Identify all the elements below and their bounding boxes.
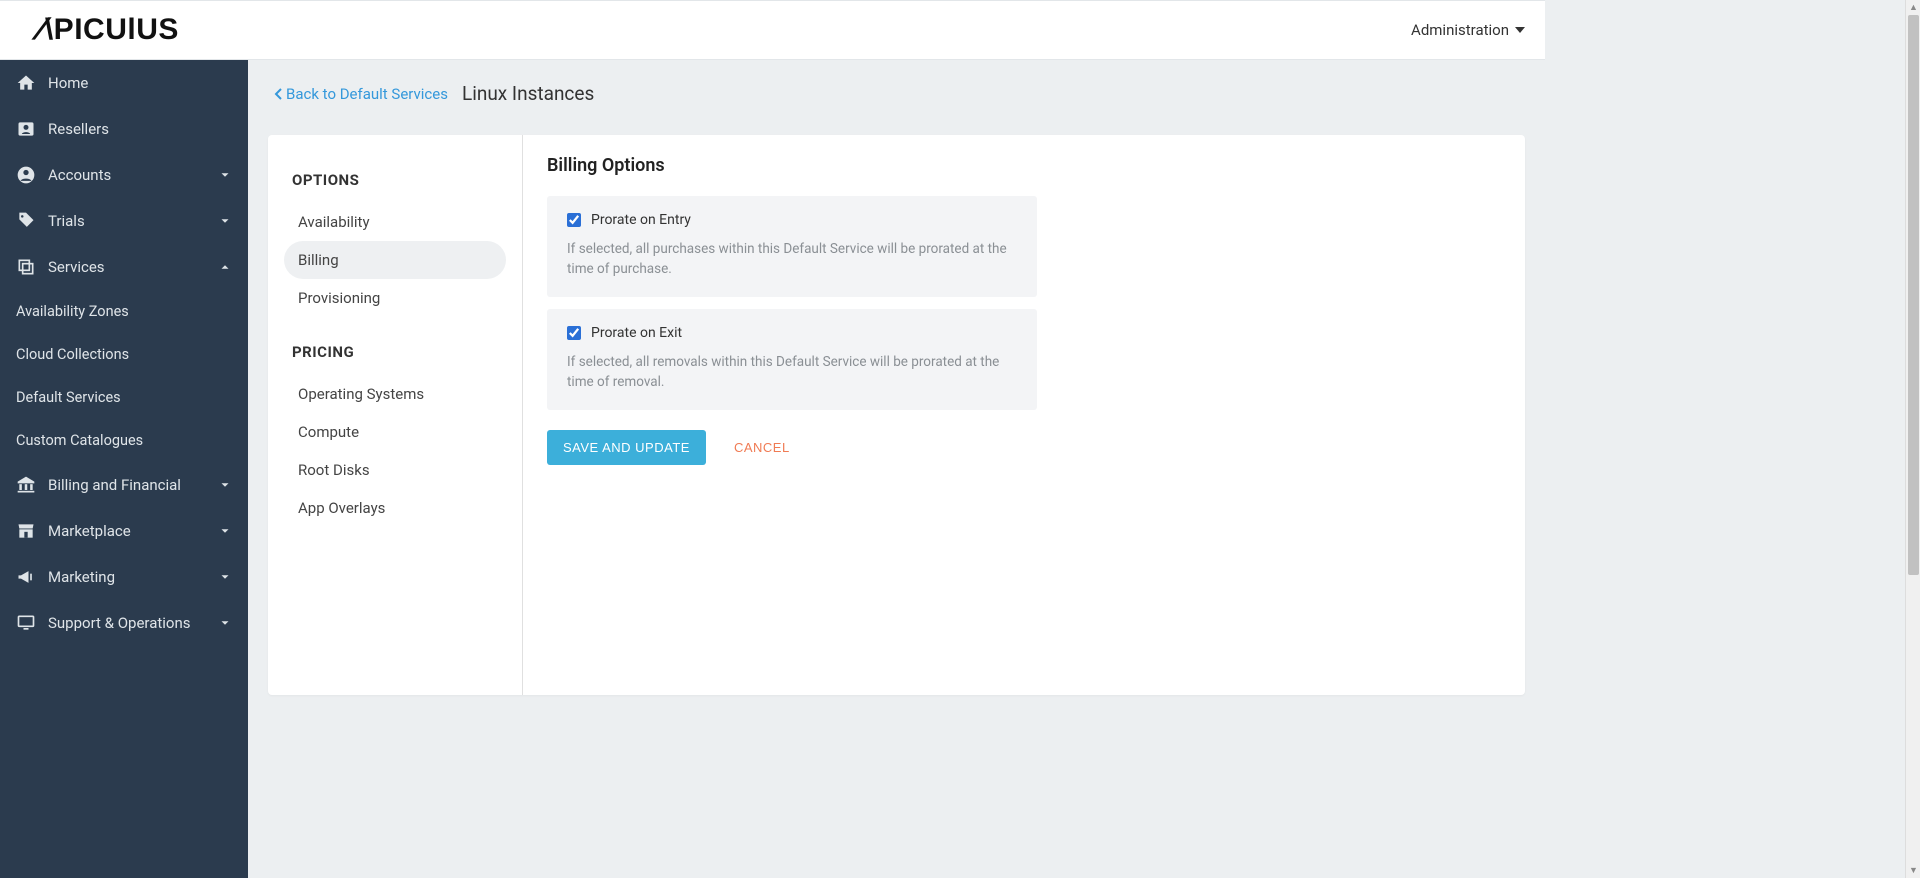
breadcrumb: Back to Default Services Linux Instances <box>248 60 1545 135</box>
option-compute[interactable]: Compute <box>284 413 506 451</box>
prorate-exit-checkbox[interactable] <box>567 326 581 340</box>
prorate-entry-box: Prorate on Entry If selected, all purcha… <box>547 196 1037 297</box>
action-row: SAVE AND UPDATE CANCEL <box>547 430 1501 465</box>
sidebar-item-billing-financial[interactable]: Billing and Financial <box>0 462 248 508</box>
sidebar-item-label: Availability Zones <box>16 303 232 320</box>
caret-down-icon <box>1515 27 1525 33</box>
administration-dropdown[interactable]: Administration <box>1411 21 1525 39</box>
prorate-entry-desc: If selected, all purchases within this D… <box>567 240 1017 279</box>
sidebar-item-label: Default Services <box>16 389 232 406</box>
prorate-exit-desc: If selected, all removals within this De… <box>567 353 1017 392</box>
top-bar: /\PICUlUS Administration <box>0 0 1545 60</box>
scroll-down-icon[interactable]: ▼ <box>1906 863 1920 878</box>
chevron-down-icon <box>218 570 232 584</box>
layers-icon <box>16 257 36 277</box>
sidebar-item-home[interactable]: Home <box>0 60 248 106</box>
sidebar-item-trials[interactable]: Trials <box>0 198 248 244</box>
chevron-down-icon <box>218 524 232 538</box>
chevron-down-icon <box>218 214 232 228</box>
prorate-exit-box: Prorate on Exit If selected, all removal… <box>547 309 1037 410</box>
tag-icon <box>16 211 36 231</box>
sidebar-item-services[interactable]: Services <box>0 244 248 290</box>
sidebar-item-support-operations[interactable]: Support & Operations <box>0 600 248 646</box>
monitor-icon <box>16 613 36 633</box>
page-scrollbar[interactable]: ▲ ▼ <box>1905 0 1920 878</box>
sidebar-item-accounts[interactable]: Accounts <box>0 152 248 198</box>
home-icon <box>16 73 36 93</box>
sidebar-item-label: Custom Catalogues <box>16 432 232 449</box>
prorate-entry-checkbox[interactable] <box>567 213 581 227</box>
sidebar-item-resellers[interactable]: Resellers <box>0 106 248 152</box>
sidebar-item-label: Marketplace <box>48 522 206 540</box>
sidebar-item-label: Home <box>48 74 232 92</box>
badge-icon <box>16 119 36 139</box>
chevron-down-icon <box>218 168 232 182</box>
sidebar-item-default-services[interactable]: Default Services <box>0 376 248 419</box>
sidebar-item-marketing[interactable]: Marketing <box>0 554 248 600</box>
options-panel: OPTIONS Availability Billing Provisionin… <box>268 135 523 695</box>
sidebar-item-label: Resellers <box>48 120 232 138</box>
chevron-down-icon <box>218 616 232 630</box>
sidebar-item-label: Support & Operations <box>48 614 206 632</box>
panel-title: Billing Options <box>547 155 1501 176</box>
option-app-overlays[interactable]: App Overlays <box>284 489 506 527</box>
sidebar-item-label: Cloud Collections <box>16 346 232 363</box>
option-provisioning[interactable]: Provisioning <box>284 279 506 317</box>
store-icon <box>16 521 36 541</box>
main-content: Back to Default Services Linux Instances… <box>248 60 1545 878</box>
scrollbar-thumb[interactable] <box>1908 15 1919 575</box>
sidebar-item-label: Accounts <box>48 166 206 184</box>
sidebar-item-cloud-collections[interactable]: Cloud Collections <box>0 333 248 376</box>
brand-logo: /\PICUlUS <box>36 13 179 47</box>
billing-options-panel: Billing Options Prorate on Entry If sele… <box>523 135 1525 695</box>
user-circle-icon <box>16 165 36 185</box>
scroll-up-icon[interactable]: ▲ <box>1906 0 1920 15</box>
chevron-left-icon <box>274 88 282 100</box>
options-section-title: OPTIONS <box>292 171 498 189</box>
admin-label: Administration <box>1411 21 1509 39</box>
option-availability[interactable]: Availability <box>284 203 506 241</box>
sidebar-item-label: Marketing <box>48 568 206 586</box>
back-label: Back to Default Services <box>286 85 448 103</box>
bank-icon <box>16 475 36 495</box>
content-panel: OPTIONS Availability Billing Provisionin… <box>268 135 1525 695</box>
sidebar-item-availability-zones[interactable]: Availability Zones <box>0 290 248 333</box>
cancel-button[interactable]: CANCEL <box>734 440 790 455</box>
sidebar-item-custom-catalogues[interactable]: Custom Catalogues <box>0 419 248 462</box>
chevron-up-icon <box>218 260 232 274</box>
sidebar-item-label: Billing and Financial <box>48 476 206 494</box>
sidebar: Home Resellers Accounts Trials Services <box>0 60 248 878</box>
back-link[interactable]: Back to Default Services <box>274 85 448 103</box>
chevron-down-icon <box>218 478 232 492</box>
option-billing[interactable]: Billing <box>284 241 506 279</box>
prorate-exit-label: Prorate on Exit <box>591 325 682 341</box>
option-operating-systems[interactable]: Operating Systems <box>284 375 506 413</box>
megaphone-icon <box>16 567 36 587</box>
prorate-entry-label: Prorate on Entry <box>591 212 691 228</box>
option-root-disks[interactable]: Root Disks <box>284 451 506 489</box>
sidebar-item-label: Trials <box>48 212 206 230</box>
page-title: Linux Instances <box>462 82 594 105</box>
save-and-update-button[interactable]: SAVE AND UPDATE <box>547 430 706 465</box>
pricing-section-title: PRICING <box>292 343 498 361</box>
sidebar-item-marketplace[interactable]: Marketplace <box>0 508 248 554</box>
sidebar-item-label: Services <box>48 258 206 276</box>
